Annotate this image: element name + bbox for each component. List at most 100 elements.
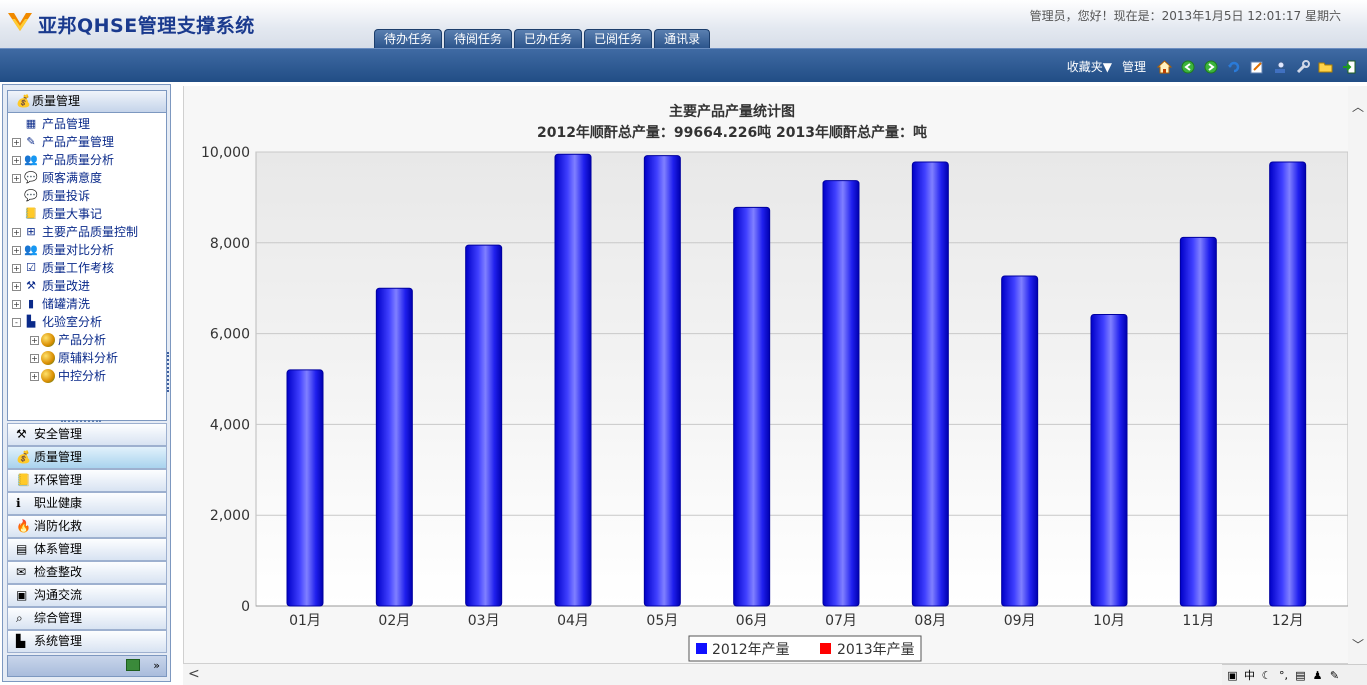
mail-icon: ✉: [16, 565, 27, 579]
x-tick-label: 07月: [825, 613, 857, 629]
sidebar-footer: »: [7, 655, 167, 677]
doc-icon: ▤: [16, 542, 28, 556]
ime-mode-icon[interactable]: ▣: [1226, 669, 1239, 682]
expand-icon[interactable]: »: [153, 659, 160, 672]
expand-icon[interactable]: +: [12, 173, 21, 183]
chat-icon: 💬: [24, 171, 38, 184]
accordion-item[interactable]: ✉ 检查整改: [7, 561, 167, 584]
wrench-icon[interactable]: ✎: [1328, 669, 1341, 682]
layout-icon[interactable]: [126, 659, 140, 671]
tree-item[interactable]: 📒 质量大事记: [12, 205, 102, 223]
tree-item[interactable]: + 👥 产品质量分析: [12, 151, 114, 169]
expand-icon[interactable]: +: [30, 353, 39, 363]
bar-2012: [286, 369, 324, 607]
exit-icon[interactable]: [1340, 59, 1357, 75]
chart-title: 主要产品产量统计图: [669, 103, 795, 120]
user-icon[interactable]: ♟: [1311, 669, 1324, 682]
accordion-item-label: 消防化救: [34, 519, 83, 533]
home-icon[interactable]: [1156, 59, 1173, 75]
x-tick-label: 03月: [468, 613, 500, 629]
expand-icon[interactable]: +: [30, 371, 39, 381]
network-icon: ⊞: [26, 225, 36, 238]
accordion-item[interactable]: 📒 环保管理: [7, 469, 167, 492]
manage-link[interactable]: 管理: [1122, 58, 1146, 75]
tree-item[interactable]: + 中控分析: [30, 367, 106, 385]
accordion-item[interactable]: ▤ 体系管理: [7, 538, 167, 561]
chart-subtitle: 2012年顺酐总产量：99664.226吨 2013年顺酐总产量：吨: [537, 124, 927, 141]
y-tick-label: 0: [241, 599, 250, 615]
settings-icon[interactable]: [1294, 59, 1311, 75]
bar-2012: [465, 244, 503, 607]
expand-icon[interactable]: +: [12, 245, 21, 255]
accordion-item-label: 综合管理: [34, 611, 83, 625]
back-icon[interactable]: [1179, 59, 1196, 75]
tab-todo[interactable]: 待办任务: [374, 29, 443, 48]
x-tick-label: 09月: [1004, 613, 1036, 629]
expand-icon[interactable]: +: [12, 137, 21, 147]
accordion-item[interactable]: 🔥 消防化救: [7, 515, 167, 538]
tree-item[interactable]: + 👥 质量对比分析: [12, 241, 114, 259]
tab-contacts[interactable]: 通讯录: [654, 29, 711, 48]
refresh-icon[interactable]: [1225, 59, 1242, 75]
sidebar-splitter[interactable]: [167, 352, 170, 392]
vertical-scrollbar[interactable]: ︿ ﹀: [1348, 86, 1367, 664]
bar-2012: [1001, 275, 1039, 607]
favorites-menu[interactable]: 收藏夹▼: [1067, 58, 1112, 75]
collapse-icon[interactable]: -: [12, 317, 21, 327]
tree-item[interactable]: + ⚒ 质量改进: [12, 277, 90, 295]
chat-icon: 💬: [24, 189, 38, 202]
user-icon[interactable]: [1271, 59, 1288, 75]
accordion-item[interactable]: ⌕ 综合管理: [7, 607, 167, 630]
tree-item[interactable]: + 产品分析: [30, 331, 106, 349]
accordion-item[interactable]: ⚒ 安全管理: [7, 423, 167, 446]
tree-item[interactable]: + ▮ 储罐清洗: [12, 295, 90, 313]
scroll-down-icon[interactable]: ﹀: [1352, 636, 1364, 653]
expand-icon[interactable]: +: [12, 299, 21, 309]
keyboard-icon[interactable]: ▤: [1294, 669, 1307, 682]
x-tick-label: 02月: [378, 613, 410, 629]
punctuation-icon[interactable]: °,: [1277, 669, 1290, 682]
tree-item[interactable]: 💬 质量投诉: [12, 187, 90, 205]
legend-swatch-2013: [820, 643, 831, 654]
y-tick-label: 4,000: [210, 417, 250, 433]
tree-item[interactable]: ▦ 产品管理: [12, 115, 90, 133]
tree-item-label: 质量改进: [42, 279, 91, 293]
task-tabs: 待办任务 待阅任务 已办任务 已阅任务 通讯录: [374, 29, 711, 48]
moon-icon[interactable]: ☾: [1260, 669, 1273, 682]
folder-icon[interactable]: [1317, 59, 1334, 75]
x-tick-label: 08月: [914, 613, 946, 629]
accordion-item[interactable]: ▙ 系统管理: [7, 630, 167, 653]
tree-item[interactable]: + 💬 顾客满意度: [12, 169, 102, 187]
forward-icon[interactable]: [1202, 59, 1219, 75]
legend-label-2013: 2013年产量: [837, 642, 915, 658]
tab-read[interactable]: 已阅任务: [584, 29, 653, 48]
expand-icon[interactable]: +: [12, 281, 21, 291]
expand-icon[interactable]: +: [12, 263, 21, 273]
globe-icon: [41, 369, 55, 383]
chart-icon: ▙: [26, 315, 36, 328]
info-icon: ℹ: [16, 496, 21, 510]
accordion-item[interactable]: 💰 质量管理: [7, 446, 167, 469]
accordion-item[interactable]: ℹ 职业健康: [7, 492, 167, 515]
tree-item-label: 顾客满意度: [42, 171, 103, 185]
scroll-up-icon[interactable]: ︿: [1352, 98, 1364, 115]
tree-item[interactable]: + ☑ 质量工作考核: [12, 259, 114, 277]
tree-item[interactable]: + ⊞ 主要产品质量控制: [12, 223, 138, 241]
people-icon: 👥: [24, 243, 38, 256]
expand-icon[interactable]: +: [30, 335, 39, 345]
tab-to-read[interactable]: 待阅任务: [444, 29, 513, 48]
tree-item-label: 产品产量管理: [42, 135, 115, 149]
horizontal-scrollbar[interactable]: <: [183, 664, 1223, 685]
tree-item[interactable]: + 原辅料分析: [30, 349, 118, 367]
scroll-left-icon[interactable]: <: [188, 666, 200, 682]
tab-done[interactable]: 已办任务: [514, 29, 583, 48]
edit-icon[interactable]: [1248, 59, 1265, 75]
book-icon: 📒: [16, 473, 31, 487]
expand-icon[interactable]: +: [12, 155, 21, 165]
ime-chinese-icon[interactable]: 中: [1243, 667, 1256, 683]
accordion-item[interactable]: ▣ 沟通交流: [7, 584, 167, 607]
tree-item[interactable]: - ▙ 化验室分析: [12, 313, 102, 331]
tree-item[interactable]: + ✎ 产品产量管理: [12, 133, 114, 151]
expand-icon[interactable]: +: [12, 227, 21, 237]
x-tick-label: 05月: [646, 613, 678, 629]
